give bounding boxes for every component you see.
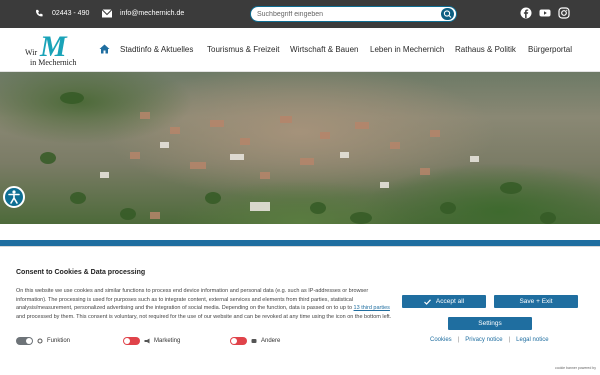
settings-label: Settings: [478, 320, 502, 327]
phone-contact[interactable]: 02443 - 490: [34, 9, 89, 18]
logo-wir: Wir: [25, 48, 38, 57]
accept-all-button[interactable]: Accept all: [402, 295, 486, 308]
mail-icon: [102, 9, 112, 18]
nav-wirtschaft[interactable]: Wirtschaft & Bauen: [290, 45, 358, 54]
accessibility-button[interactable]: [3, 186, 25, 208]
consent-text-part-1: On this website we use cookies and simil…: [16, 288, 369, 311]
consent-text: On this website we use cookies and simil…: [16, 287, 398, 321]
phone-icon: [36, 9, 43, 17]
nav-tourismus[interactable]: Tourismus & Freizeit: [207, 45, 279, 54]
top-bar: 02443 - 490 info@mechernich.de: [0, 0, 600, 28]
search-box: [250, 6, 457, 22]
accept-all-label: Accept all: [435, 298, 465, 305]
toggle-andere[interactable]: Andere: [230, 337, 280, 345]
privacy-notice-link[interactable]: Privacy notice: [465, 337, 502, 343]
gear-icon: [37, 338, 43, 344]
search-icon: [443, 10, 452, 18]
email-address: info@mechernich.de: [120, 10, 185, 17]
other-icon: [251, 339, 257, 343]
email-contact[interactable]: info@mechernich.de: [102, 9, 184, 18]
site-logo[interactable]: M Wir in Mechernich: [24, 30, 88, 70]
facebook-icon[interactable]: [520, 7, 532, 19]
toggle-label: Andere: [261, 338, 281, 344]
toggle-switch[interactable]: [16, 337, 33, 345]
nav-leben[interactable]: Leben in Mechernich: [370, 45, 444, 54]
toggle-label: Marketing: [154, 338, 181, 344]
powered-by-note[interactable]: cookie banner powered by: [555, 366, 596, 370]
toggle-funktion[interactable]: Funktion: [16, 337, 70, 345]
content-gap: [0, 224, 600, 240]
cookie-consent-banner: Consent to Cookies & Data processing On …: [0, 246, 600, 375]
logo-city: in Mechernich: [30, 58, 77, 67]
hero-aerial-image: [0, 72, 600, 224]
separator: |: [508, 337, 511, 343]
toggle-switch[interactable]: [230, 337, 247, 345]
toggle-label: Funktion: [47, 338, 71, 344]
consent-links: Cookies | Privacy notice | Legal notice: [430, 337, 549, 343]
marketing-icon: [144, 338, 150, 344]
checkmark-icon: [423, 298, 431, 305]
search-button[interactable]: [441, 8, 454, 20]
toggle-switch[interactable]: [123, 337, 140, 345]
instagram-icon[interactable]: [558, 7, 570, 19]
search-input[interactable]: [257, 9, 437, 20]
phone-number: 02443 - 490: [52, 10, 90, 17]
consent-text-part-2: and processed by them. This consent is v…: [16, 313, 392, 320]
nav-rathaus[interactable]: Rathaus & Politik: [455, 45, 516, 54]
third-parties-link[interactable]: 13 third parties: [354, 305, 390, 311]
save-exit-label: Save + Exit: [519, 298, 553, 305]
accessibility-icon: [8, 190, 20, 204]
save-exit-button[interactable]: Save + Exit: [494, 295, 578, 308]
separator: |: [457, 337, 460, 343]
settings-button[interactable]: Settings: [448, 317, 532, 330]
nav-buergerportal[interactable]: Bürgerportal: [528, 45, 572, 54]
cookies-link[interactable]: Cookies: [430, 337, 452, 343]
nav-stadtinfo[interactable]: Stadtinfo & Aktuelles: [120, 45, 193, 54]
youtube-icon[interactable]: [539, 7, 551, 19]
toggle-marketing[interactable]: Marketing: [123, 337, 180, 345]
main-navigation: M Wir in Mechernich Stadtinfo & Aktuelle…: [0, 28, 600, 72]
legal-notice-link[interactable]: Legal notice: [516, 337, 548, 343]
consent-title: Consent to Cookies & Data processing: [16, 269, 146, 276]
home-icon[interactable]: [99, 44, 110, 54]
